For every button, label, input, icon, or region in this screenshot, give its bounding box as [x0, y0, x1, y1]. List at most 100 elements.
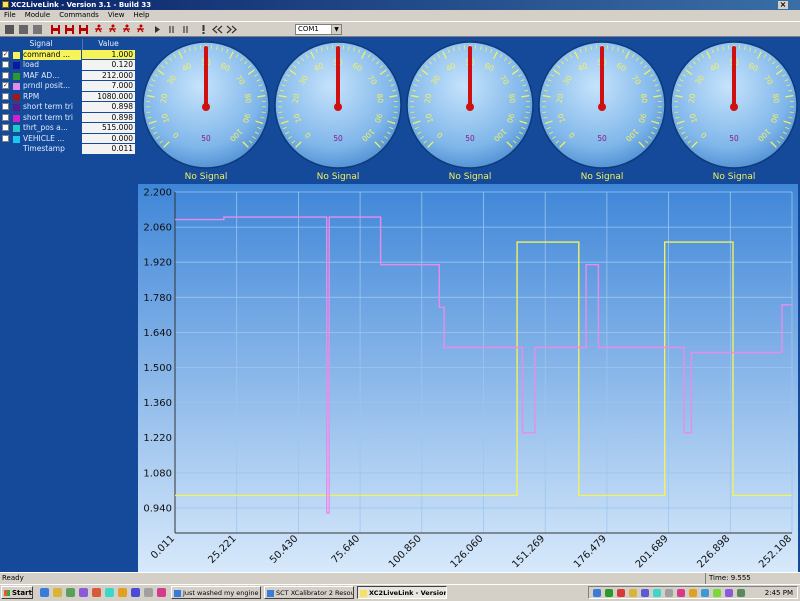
y-tick-label: 1.780 [143, 293, 172, 304]
gauge-svg: 010203040506070809010050No Signal [404, 39, 536, 181]
record-icon[interactable] [78, 24, 89, 35]
close-window-button[interactable]: × [778, 1, 788, 9]
stop-icon[interactable] [4, 24, 15, 35]
menu-commands[interactable]: Commands [55, 10, 104, 21]
signal-checkbox[interactable] [2, 114, 9, 121]
signal-row[interactable]: RPM1080.000 [0, 92, 135, 103]
runner-icon[interactable] [135, 24, 146, 35]
taskbar-item-browser[interactable]: Just washed my engine - ... [171, 586, 261, 599]
menu-module[interactable]: Module [21, 10, 55, 21]
tray-icon[interactable] [605, 589, 613, 597]
start-button[interactable]: Start [1, 586, 33, 599]
signal-row[interactable]: ✓command ...1.000 [0, 50, 135, 61]
com-port-value: COM1 [298, 25, 319, 33]
signal-checkbox[interactable]: ✓ [2, 51, 9, 58]
gauge-center-label: 50 [333, 134, 343, 143]
y-tick-label: 1.640 [143, 328, 172, 339]
runner-icon[interactable] [121, 24, 132, 35]
desktop-icon[interactable] [66, 588, 75, 597]
app-icon[interactable] [118, 588, 127, 597]
signal-color-swatch [13, 83, 20, 90]
signal-row[interactable]: VEHICLE ...0.000 [0, 134, 135, 145]
signal-row[interactable]: MAF AD...212.000 [0, 71, 135, 82]
chevron-down-icon[interactable]: ▼ [331, 25, 341, 34]
signal-value: 7.000 [82, 81, 135, 91]
app-icon[interactable] [157, 588, 166, 597]
ie-icon[interactable] [40, 588, 49, 597]
tray-icon[interactable] [629, 589, 637, 597]
livelink-icon [360, 590, 367, 597]
timestamp-value: 0.011 [82, 144, 135, 154]
timestamp-row: Timestamp 0.011 [0, 144, 135, 155]
tray-icon[interactable] [701, 589, 709, 597]
signal-checkbox[interactable] [2, 103, 9, 110]
folder-icon[interactable] [53, 588, 62, 597]
fast-forward-icon[interactable] [226, 24, 237, 35]
play-icon[interactable] [152, 24, 163, 35]
signal-table-header: Signal Value [0, 39, 135, 50]
menu-file[interactable]: File [0, 10, 21, 21]
tray-icon[interactable] [665, 589, 673, 597]
signal-row[interactable]: load0.120 [0, 60, 135, 71]
y-tick-label: 1.920 [143, 258, 172, 269]
menu-bar: FileModuleCommandsViewHelp [0, 10, 800, 21]
signal-row[interactable]: thrt_pos a...515.000 [0, 123, 135, 134]
app-icon[interactable] [105, 588, 114, 597]
app-icon[interactable] [144, 588, 153, 597]
app-icon[interactable] [131, 588, 140, 597]
gauge-tick [278, 112, 282, 113]
gauge-status: No Signal [317, 172, 360, 181]
column-signal[interactable]: Signal [0, 39, 83, 50]
gauge-center-label: 50 [465, 134, 475, 143]
gauge-svg: 010203040506070809010050No Signal [536, 39, 668, 181]
system-tray: 2:45 PM [588, 586, 798, 599]
tray-icon[interactable] [725, 589, 733, 597]
stop-icon[interactable] [18, 24, 29, 35]
signal-row[interactable]: short term tri0.898 [0, 113, 135, 124]
gauge-tick [262, 112, 266, 113]
com-port-select[interactable]: COM1 ▼ [295, 24, 342, 35]
pause-icon[interactable] [180, 24, 191, 35]
tray-icon[interactable] [653, 589, 661, 597]
taskbar-item-livelink[interactable]: XC2LiveLink - Version ... [357, 586, 447, 599]
signal-checkbox[interactable]: ✓ [2, 82, 9, 89]
stop-icon[interactable] [32, 24, 43, 35]
record-icon[interactable] [64, 24, 75, 35]
menu-view[interactable]: View [104, 10, 130, 21]
y-tick-label: 1.220 [143, 433, 172, 444]
rewind-icon[interactable] [212, 24, 223, 35]
tray-icon[interactable] [677, 589, 685, 597]
y-tick-label: 1.360 [143, 398, 172, 409]
gauge-tick [658, 112, 662, 113]
status-time: Time: 9.555 [705, 573, 798, 584]
signal-name: thrt_pos a... [23, 123, 81, 134]
taskbar-item-resource[interactable]: SCT XCalibrator 2 Resour... [264, 586, 354, 599]
signal-checkbox[interactable] [2, 72, 9, 79]
tray-icon[interactable] [593, 589, 601, 597]
signal-checkbox[interactable] [2, 93, 9, 100]
column-value[interactable]: Value [82, 39, 135, 50]
signal-color-swatch [13, 73, 20, 80]
app-icon[interactable] [92, 588, 101, 597]
gauge-hub [730, 103, 738, 111]
signal-row[interactable]: ✓prndl posit...7.000 [0, 81, 135, 92]
tray-icon[interactable] [713, 589, 721, 597]
runner-icon[interactable] [107, 24, 118, 35]
media-icon[interactable] [79, 588, 88, 597]
tray-icon[interactable] [617, 589, 625, 597]
pause-icon[interactable] [166, 24, 177, 35]
signal-name: VEHICLE ... [23, 134, 81, 145]
signal-checkbox[interactable] [2, 135, 9, 142]
gauge-hub [334, 103, 342, 111]
runner-icon[interactable] [93, 24, 104, 35]
signal-checkbox[interactable] [2, 61, 9, 68]
gauge-tick [394, 112, 398, 113]
tray-icon[interactable] [689, 589, 697, 597]
menu-help[interactable]: Help [129, 10, 154, 21]
record-icon[interactable] [50, 24, 61, 35]
signal-checkbox[interactable] [2, 124, 9, 131]
volume-icon[interactable] [737, 589, 745, 597]
exclamation-icon[interactable] [198, 24, 209, 35]
tray-icon[interactable] [641, 589, 649, 597]
signal-row[interactable]: short term tri0.898 [0, 102, 135, 113]
